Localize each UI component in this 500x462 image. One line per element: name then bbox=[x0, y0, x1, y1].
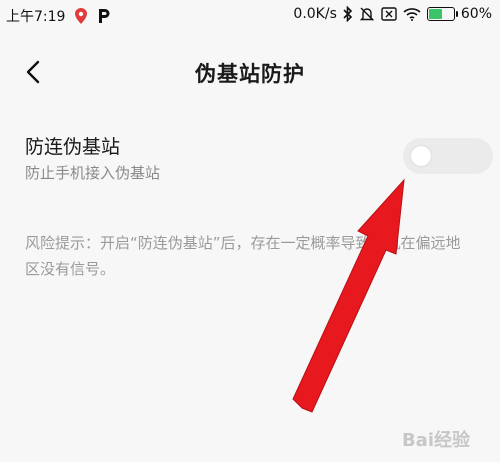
toggle-knob bbox=[411, 146, 431, 166]
bluetooth-icon bbox=[343, 6, 353, 22]
location-pin-icon bbox=[75, 8, 88, 24]
status-left: 上午7:19 bbox=[6, 6, 111, 26]
status-right: 0.0K/s 60% bbox=[293, 6, 492, 22]
page-title: 伪基站防护 bbox=[195, 62, 305, 86]
risk-note: 风险提示：开启“防连伪基站”后，存在一定概率导致手机在偏远地区没有信号。 bbox=[25, 234, 461, 278]
page-header: 伪基站防护 bbox=[0, 50, 500, 94]
status-bar: 上午7:19 0.0K/s 60% bbox=[0, 0, 500, 34]
sim-x-icon bbox=[381, 7, 397, 21]
wifi-icon bbox=[403, 7, 421, 21]
setting-title: 防连伪基站 bbox=[25, 136, 121, 158]
watermark-logo: Bai经验 bbox=[401, 430, 470, 451]
setting-subtitle: 防止手机接入伪基站 bbox=[25, 164, 161, 182]
setting-row-fake-base-station[interactable]: 防连伪基站 防止手机接入伪基站 bbox=[25, 130, 493, 190]
battery-fill bbox=[428, 9, 442, 19]
status-time: 上午7:19 bbox=[6, 9, 66, 25]
battery-charging-icon bbox=[426, 7, 458, 21]
mute-bell-icon bbox=[359, 6, 375, 22]
parking-p-icon bbox=[97, 8, 111, 24]
battery-percent: 60% bbox=[460, 6, 492, 22]
fake-base-station-toggle[interactable] bbox=[403, 138, 493, 174]
network-speed: 0.0K/s bbox=[293, 6, 337, 22]
